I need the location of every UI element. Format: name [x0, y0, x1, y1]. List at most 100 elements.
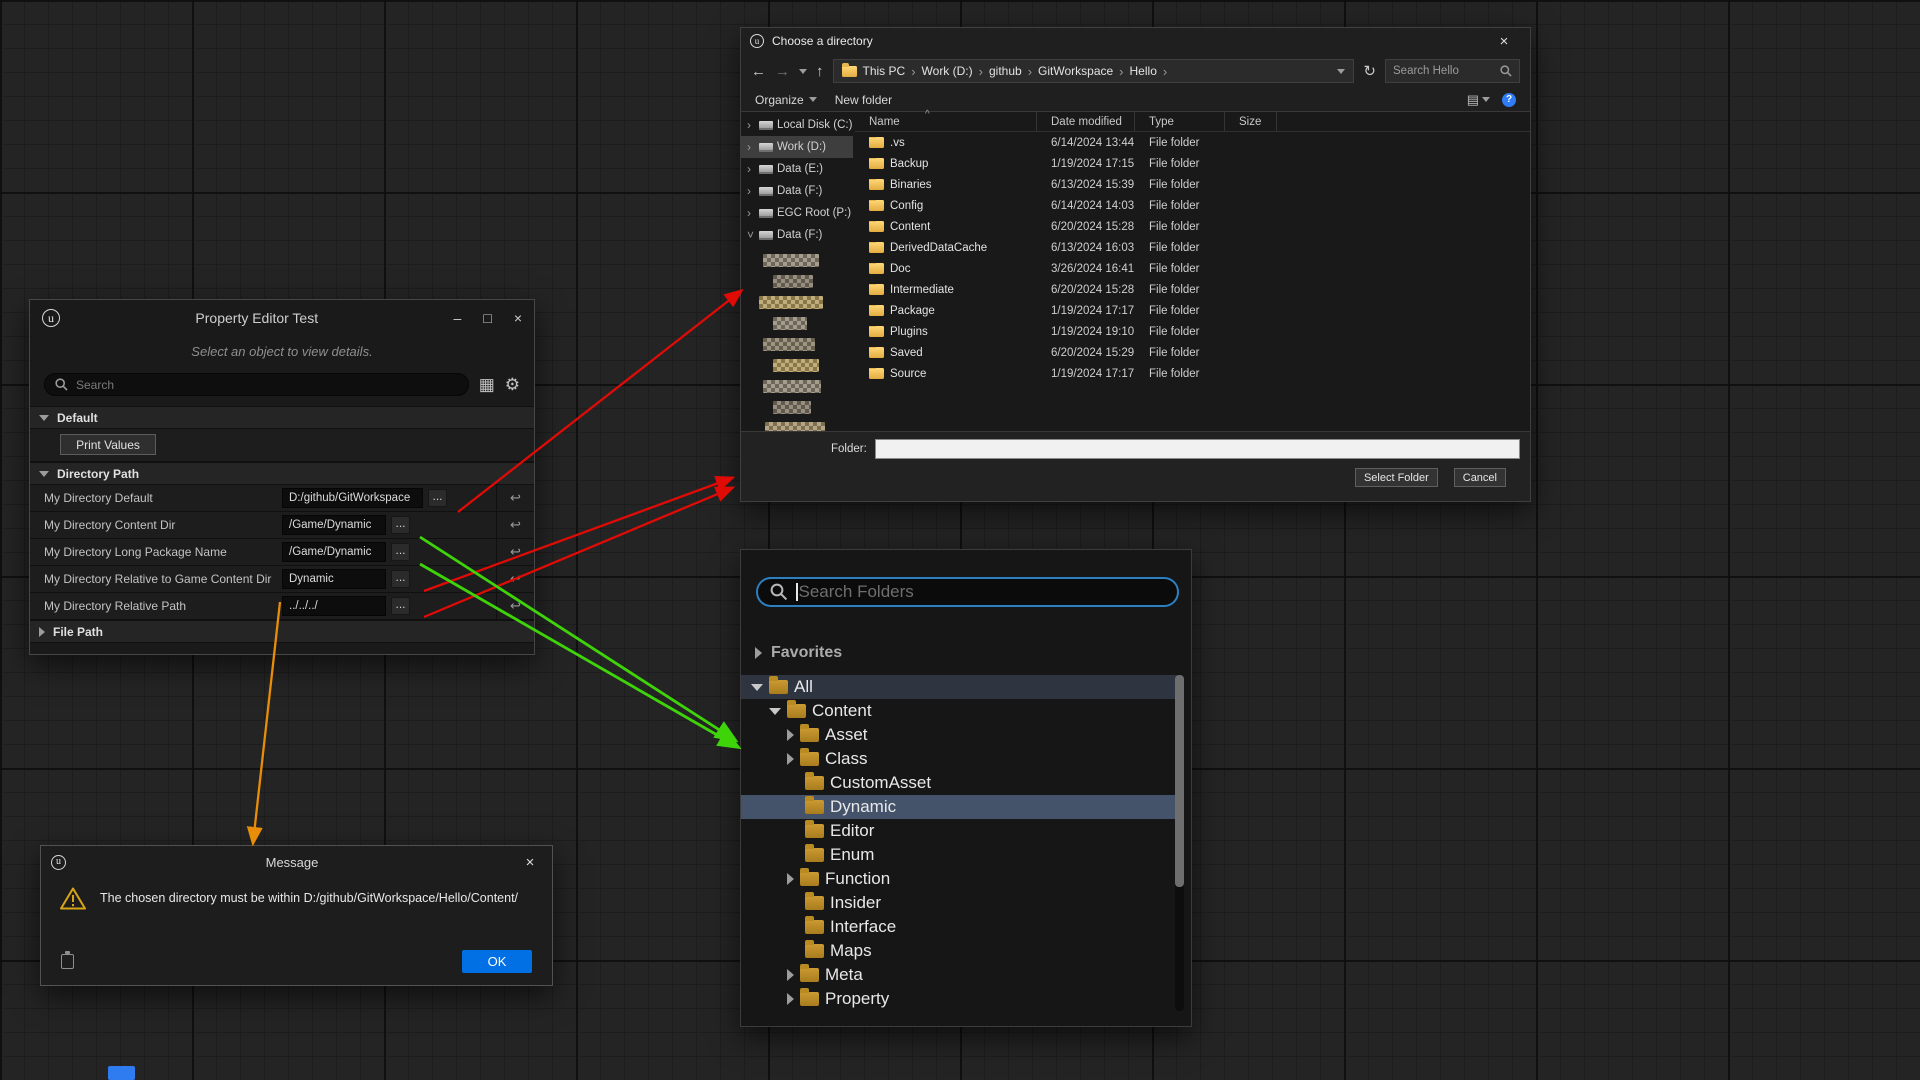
breadcrumb-item[interactable]: github: [989, 64, 1022, 78]
table-row[interactable]: .vs6/14/2024 13:44File folder: [855, 132, 1530, 153]
tree-item-class[interactable]: Class: [741, 747, 1177, 771]
chevron-icon[interactable]: ›: [747, 118, 755, 132]
property-value-input[interactable]: /Game/Dynamic: [282, 515, 386, 535]
property-editor-titlebar[interactable]: u Property Editor Test – □ ×: [30, 300, 534, 336]
organize-menu[interactable]: Organize: [755, 93, 817, 107]
view-options-icon[interactable]: ▦: [479, 375, 495, 395]
sidebar-drive-item[interactable]: ›Work (D:): [741, 136, 853, 158]
table-row[interactable]: Plugins1/19/2024 19:10File folder: [855, 321, 1530, 342]
tree-item-content[interactable]: Content: [741, 699, 1177, 723]
table-row[interactable]: Intermediate6/20/2024 15:28File folder: [855, 279, 1530, 300]
taskbar-peek-chip[interactable]: [108, 1066, 135, 1080]
browse-ellipsis-button[interactable]: ...: [391, 516, 410, 534]
section-directory-path[interactable]: Directory Path: [30, 462, 534, 485]
reset-to-default-icon[interactable]: ↩: [496, 485, 534, 511]
folder-name-input[interactable]: [875, 439, 1520, 459]
scrollbar-thumb[interactable]: [1175, 675, 1184, 887]
new-folder-button[interactable]: New folder: [835, 93, 892, 107]
copy-to-clipboard-icon[interactable]: [61, 954, 74, 969]
back-button[interactable]: ←: [751, 63, 766, 80]
table-row[interactable]: Package1/19/2024 17:17File folder: [855, 300, 1530, 321]
collapsed-triangle-icon[interactable]: [787, 729, 794, 741]
breadcrumb-item[interactable]: Hello: [1130, 64, 1157, 78]
breadcrumb-item[interactable]: Work (D:): [922, 64, 973, 78]
collapsed-triangle-icon[interactable]: [787, 873, 794, 885]
breadcrumb[interactable]: This PC›Work (D:)›github›GitWorkspace›He…: [833, 59, 1355, 83]
settings-gear-icon[interactable]: ⚙: [505, 375, 520, 395]
tree-item-asset[interactable]: Asset: [741, 723, 1177, 747]
help-icon[interactable]: ?: [1502, 93, 1516, 107]
tree-item-enum[interactable]: Enum: [741, 843, 1177, 867]
tree-item-editor[interactable]: Editor: [741, 819, 1177, 843]
collapsed-triangle-icon[interactable]: [787, 969, 794, 981]
sidebar-drive-item[interactable]: ›Data (E:): [741, 158, 853, 180]
print-values-button[interactable]: Print Values: [60, 434, 156, 455]
sidebar-drive-item[interactable]: ›Local Disk (C:): [741, 114, 853, 136]
breadcrumb-item[interactable]: GitWorkspace: [1038, 64, 1113, 78]
tree-item-function[interactable]: Function: [741, 867, 1177, 891]
explorer-search-input[interactable]: Search Hello: [1385, 59, 1520, 83]
tree-item-insider[interactable]: Insider: [741, 891, 1177, 915]
column-header[interactable]: Type: [1135, 112, 1225, 131]
maximize-button[interactable]: □: [483, 310, 491, 326]
tree-item-meta[interactable]: Meta: [741, 963, 1177, 987]
table-row[interactable]: Content6/20/2024 15:28File folder: [855, 216, 1530, 237]
close-button[interactable]: ×: [514, 310, 522, 326]
search-input[interactable]: Search: [44, 373, 469, 396]
column-header[interactable]: Name^: [855, 112, 1037, 131]
property-value-input[interactable]: /Game/Dynamic: [282, 542, 386, 562]
scrollbar[interactable]: [1175, 675, 1184, 1011]
close-button[interactable]: ×: [1487, 33, 1521, 50]
property-value-input[interactable]: Dynamic: [282, 569, 386, 589]
sidebar-drive-item[interactable]: ˅Data (F:): [741, 224, 853, 246]
breadcrumb-item[interactable]: This PC: [863, 64, 906, 78]
column-header[interactable]: Size: [1225, 112, 1277, 131]
tree-item-customasset[interactable]: CustomAsset: [741, 771, 1177, 795]
folder-search-input[interactable]: Search Folders: [756, 577, 1179, 607]
reset-to-default-icon[interactable]: ↩: [496, 539, 534, 565]
dialog-titlebar[interactable]: u Choose a directory ×: [741, 28, 1530, 54]
table-row[interactable]: Doc3/26/2024 16:41File folder: [855, 258, 1530, 279]
minimize-button[interactable]: –: [454, 310, 462, 326]
address-dropdown-icon[interactable]: [1337, 69, 1345, 74]
tree-item-interface[interactable]: Interface: [741, 915, 1177, 939]
chevron-icon[interactable]: ›: [747, 184, 755, 198]
browse-ellipsis-button[interactable]: ...: [391, 543, 410, 561]
chevron-icon[interactable]: ›: [747, 140, 755, 154]
sidebar-drive-item[interactable]: ›EGC Root (P:): [741, 202, 853, 224]
tree-item-maps[interactable]: Maps: [741, 939, 1177, 963]
browse-ellipsis-button[interactable]: ...: [391, 570, 410, 588]
column-header[interactable]: Date modified: [1037, 112, 1135, 131]
cancel-button[interactable]: Cancel: [1454, 468, 1506, 487]
browse-ellipsis-button[interactable]: ...: [428, 489, 447, 507]
history-dropdown-icon[interactable]: [799, 69, 807, 74]
reset-to-default-icon[interactable]: ↩: [496, 512, 534, 538]
view-mode-selector[interactable]: ▤: [1467, 92, 1490, 108]
section-default[interactable]: Default: [30, 406, 534, 429]
close-button[interactable]: ×: [518, 854, 542, 871]
tree-item-all[interactable]: All: [741, 675, 1177, 699]
table-row[interactable]: Source1/19/2024 17:17File folder: [855, 363, 1530, 384]
tree-item-dynamic[interactable]: Dynamic: [741, 795, 1177, 819]
collapsed-triangle-icon[interactable]: [787, 993, 794, 1005]
collapsed-triangle-icon[interactable]: [787, 753, 794, 765]
table-row[interactable]: Saved6/20/2024 15:29File folder: [855, 342, 1530, 363]
table-row[interactable]: Binaries6/13/2024 15:39File folder: [855, 174, 1530, 195]
favorites-section[interactable]: Favorites: [755, 644, 842, 662]
sidebar-drive-item[interactable]: ›Data (F:): [741, 180, 853, 202]
chevron-icon[interactable]: ›: [747, 206, 755, 220]
table-row[interactable]: DerivedDataCache6/13/2024 16:03File fold…: [855, 237, 1530, 258]
expanded-triangle-icon[interactable]: [751, 684, 763, 691]
ok-button[interactable]: OK: [462, 950, 532, 973]
property-value-input[interactable]: ../../../: [282, 596, 386, 616]
chevron-icon[interactable]: ›: [747, 162, 755, 176]
expanded-triangle-icon[interactable]: [769, 708, 781, 715]
refresh-icon[interactable]: ↻: [1363, 62, 1376, 80]
message-titlebar[interactable]: u Message ×: [41, 846, 552, 878]
browse-ellipsis-button[interactable]: ...: [391, 597, 410, 615]
property-value-input[interactable]: D:/github/GitWorkspace: [282, 488, 423, 508]
reset-to-default-icon[interactable]: ↩: [496, 566, 534, 592]
reset-to-default-icon[interactable]: ↩: [496, 593, 534, 619]
forward-button[interactable]: →: [775, 63, 790, 80]
table-row[interactable]: Backup1/19/2024 17:15File folder: [855, 153, 1530, 174]
